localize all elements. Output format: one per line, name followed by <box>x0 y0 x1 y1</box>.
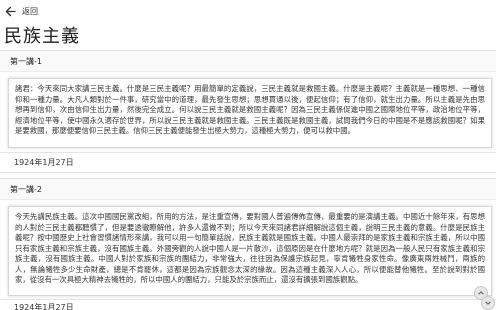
divider <box>0 152 496 153</box>
app-screen: 返回 民族主義 第一講-1 諸君：今天來同大家講三民主義。什麼是三民主義呢？用最… <box>0 0 496 310</box>
divider <box>0 172 496 173</box>
page-title: 民族主義 <box>4 26 80 47</box>
app-bar-title[interactable]: 返回 <box>22 6 38 17</box>
section-header-label: 第一講-1 <box>10 56 42 66</box>
arrow-left-icon <box>5 6 16 16</box>
section-header-2[interactable]: 第一講-2 <box>0 178 496 200</box>
section-header-label: 第一講-2 <box>10 184 42 194</box>
expand-button[interactable] <box>481 296 495 310</box>
lecture-text: 今天先講民族主義。這次中國國民黨改組，所用的方法，是注重宣傳，要對國人普遍傳佈宣… <box>15 212 485 284</box>
lecture-card-1: 諸君：今天來同大家講三民主義。什麼是三民主義呢？用最簡單的定義說，三民主義就是救… <box>8 78 492 148</box>
back-button[interactable] <box>0 0 20 22</box>
lecture-text: 諸君：今天來同大家講三民主義。什麼是三民主義呢？用最簡單的定義說，三民主義就是救… <box>15 84 485 135</box>
section-header-1[interactable]: 第一講-1 <box>0 50 496 72</box>
lecture-date-2: 1924年1月27日 <box>14 303 74 310</box>
chevron-down-icon <box>485 301 491 305</box>
divider <box>0 299 496 300</box>
lecture-card-2: 今天先講民族主義。這次中國國民黨改組，所用的方法，是注重宣傳，要對國人普遍傳佈宣… <box>8 206 492 296</box>
app-bar: 返回 <box>0 0 496 22</box>
lecture-date-1: 1924年1月27日 <box>14 158 74 167</box>
